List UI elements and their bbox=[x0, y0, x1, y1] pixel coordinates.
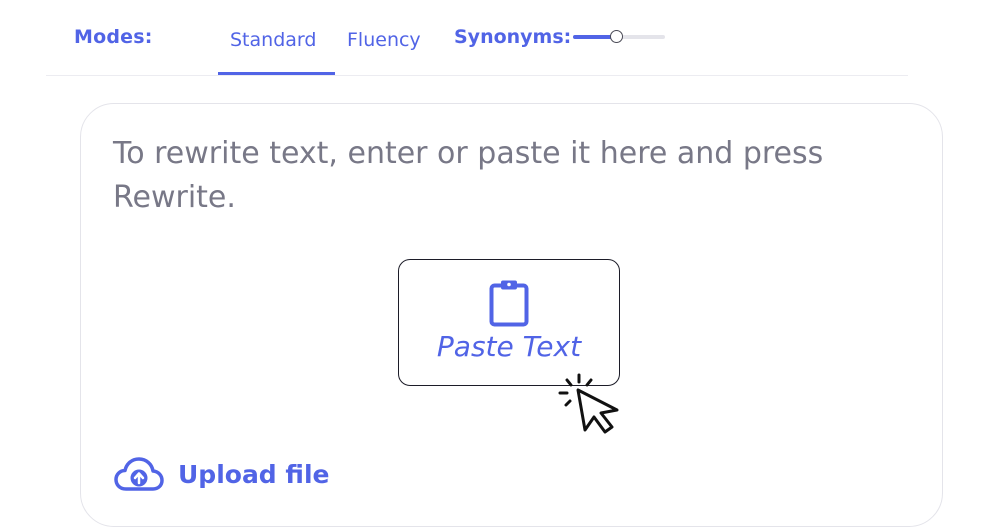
tab-fluency[interactable]: Fluency bbox=[347, 29, 421, 51]
text-editor[interactable]: To rewrite text, enter or paste it here … bbox=[80, 103, 943, 527]
clipboard-icon bbox=[489, 280, 529, 327]
modes-label: Modes: bbox=[74, 26, 153, 48]
synonyms-label: Synonyms: bbox=[454, 26, 572, 48]
modes-toolbar: Modes: Standard Fluency Synonyms: bbox=[46, 0, 908, 76]
pointer-click-icon bbox=[558, 373, 619, 434]
upload-file-link[interactable]: Upload file bbox=[114, 456, 329, 492]
paste-text-label: Paste Text bbox=[436, 330, 582, 363]
slider-thumb[interactable] bbox=[610, 30, 624, 43]
upload-file-label: Upload file bbox=[178, 459, 330, 489]
paste-text-button[interactable]: Paste Text bbox=[398, 259, 620, 386]
synonyms-slider[interactable] bbox=[573, 29, 666, 45]
editor-placeholder[interactable]: To rewrite text, enter or paste it here … bbox=[113, 132, 853, 220]
active-tab-indicator bbox=[218, 72, 335, 75]
cloud-upload-icon bbox=[114, 457, 164, 491]
tab-standard[interactable]: Standard bbox=[230, 29, 316, 51]
paraphraser-page: Modes: Standard Fluency Synonyms: To rew… bbox=[0, 0, 987, 531]
synonyms-control: Synonyms: bbox=[454, 26, 666, 48]
